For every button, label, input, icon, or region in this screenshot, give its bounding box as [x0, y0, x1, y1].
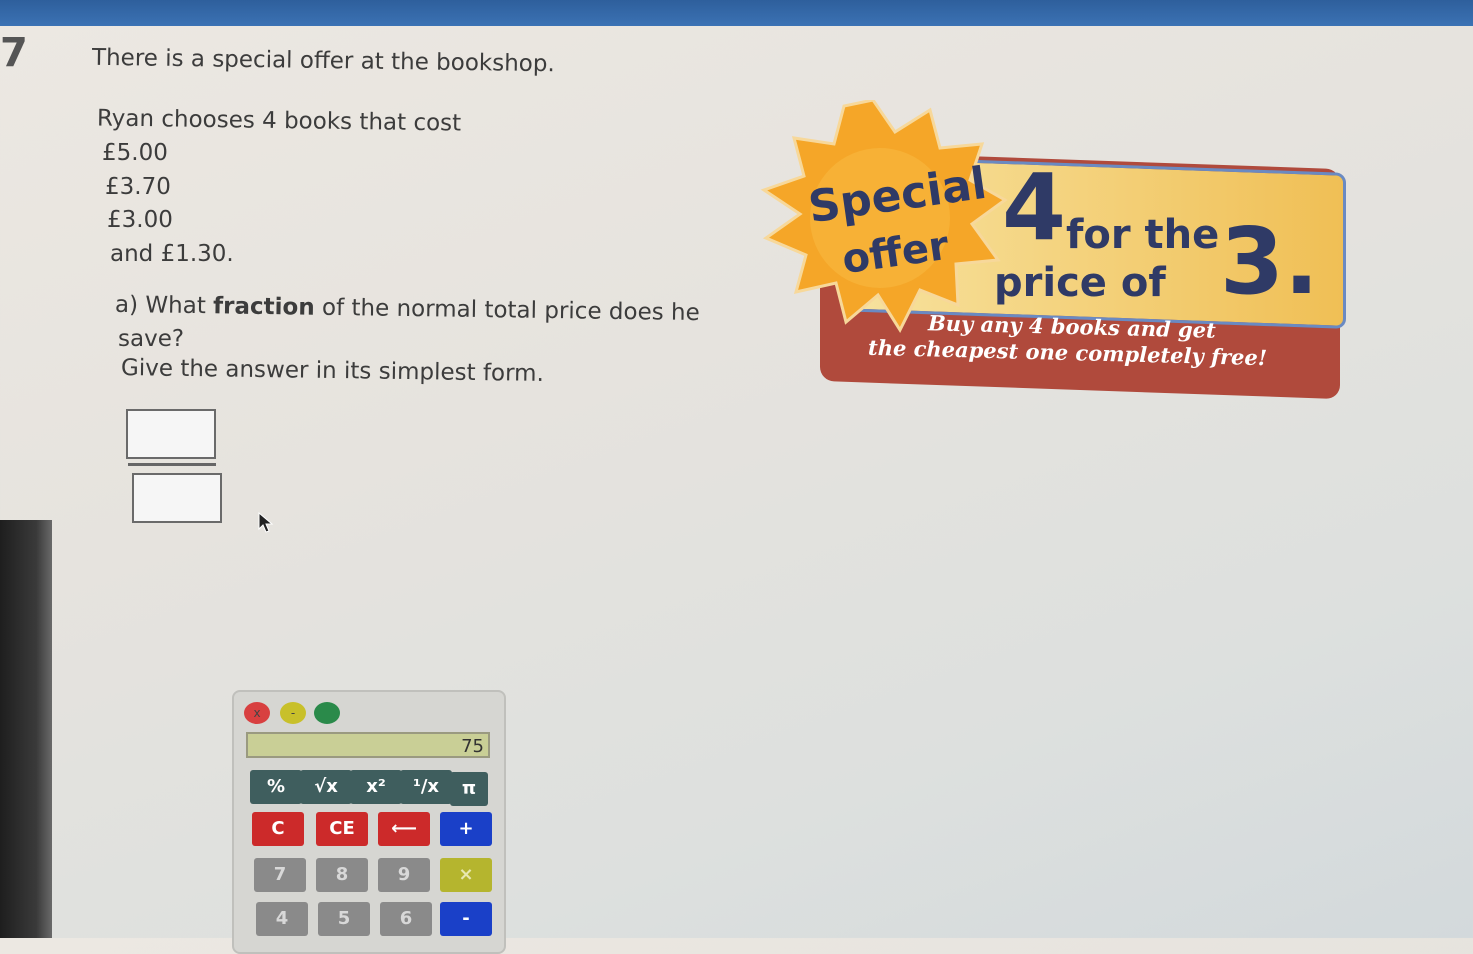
- calc-key-plus[interactable]: +: [440, 812, 492, 846]
- offer-big-four: 4: [1002, 154, 1067, 261]
- part-a-question: a) What fraction of the normal total pri…: [115, 292, 700, 326]
- part-a-suffix: of the normal total price does he: [314, 294, 700, 327]
- offer-for-the: for the: [1066, 212, 1220, 258]
- calc-key-8[interactable]: 8: [316, 858, 368, 892]
- question-number: 7: [0, 30, 28, 76]
- calculator-close-button[interactable]: x: [244, 702, 270, 724]
- calc-key-4[interactable]: 4: [256, 902, 308, 936]
- calculator-maximize-button[interactable]: [314, 702, 340, 724]
- part-a-bold: fraction: [212, 293, 315, 321]
- calc-key-multiply[interactable]: ×: [440, 858, 492, 892]
- numerator-input[interactable]: [126, 409, 216, 459]
- calc-key-5[interactable]: 5: [318, 902, 370, 936]
- calc-key-backspace[interactable]: ⟵: [378, 812, 430, 846]
- part-a-prefix: a) What: [114, 291, 214, 320]
- calc-key-reciprocal[interactable]: ¹/x: [400, 770, 452, 804]
- calc-key-percent[interactable]: %: [250, 770, 302, 804]
- calc-key-7[interactable]: 7: [254, 858, 306, 892]
- part-a-line2: save?: [118, 326, 185, 352]
- calculator-minimize-button[interactable]: -: [280, 702, 306, 724]
- calc-key-clear-entry[interactable]: CE: [316, 812, 368, 846]
- price-1: £5.00: [102, 140, 168, 166]
- offer-big-three: 3.: [1220, 208, 1319, 315]
- fraction-bar: [128, 463, 216, 466]
- calc-key-clear[interactable]: C: [252, 812, 304, 846]
- denominator-input[interactable]: [132, 473, 222, 523]
- instruction: Give the answer in its simplest form.: [120, 355, 545, 387]
- mouse-cursor-icon: [258, 511, 274, 538]
- offer-price-of: price of: [994, 260, 1166, 306]
- question-line1: Ryan chooses 4 books that cost: [96, 105, 462, 137]
- monitor-bezel: [0, 520, 52, 938]
- special-offer-graphic: Special offer 4 for the price of 3. Buy …: [760, 100, 1360, 400]
- window-top-bar: [0, 0, 1473, 26]
- calculator-widget[interactable]: x - 75 % √x x² ¹/x π C CE ⟵ + 7 8 9 × 4 …: [232, 690, 506, 954]
- calc-key-6[interactable]: 6: [380, 902, 432, 936]
- price-4: and £1.30.: [110, 241, 234, 267]
- price-3: £3.00: [107, 207, 173, 233]
- calc-key-9[interactable]: 9: [378, 858, 430, 892]
- price-2: £3.70: [105, 174, 171, 200]
- question-intro: There is a special offer at the bookshop…: [91, 44, 555, 78]
- calc-key-square[interactable]: x²: [350, 770, 402, 804]
- calc-key-minus[interactable]: -: [440, 902, 492, 936]
- calc-key-pi[interactable]: π: [450, 772, 488, 806]
- calculator-display: 75: [246, 732, 490, 758]
- calc-key-sqrt[interactable]: √x: [300, 770, 352, 804]
